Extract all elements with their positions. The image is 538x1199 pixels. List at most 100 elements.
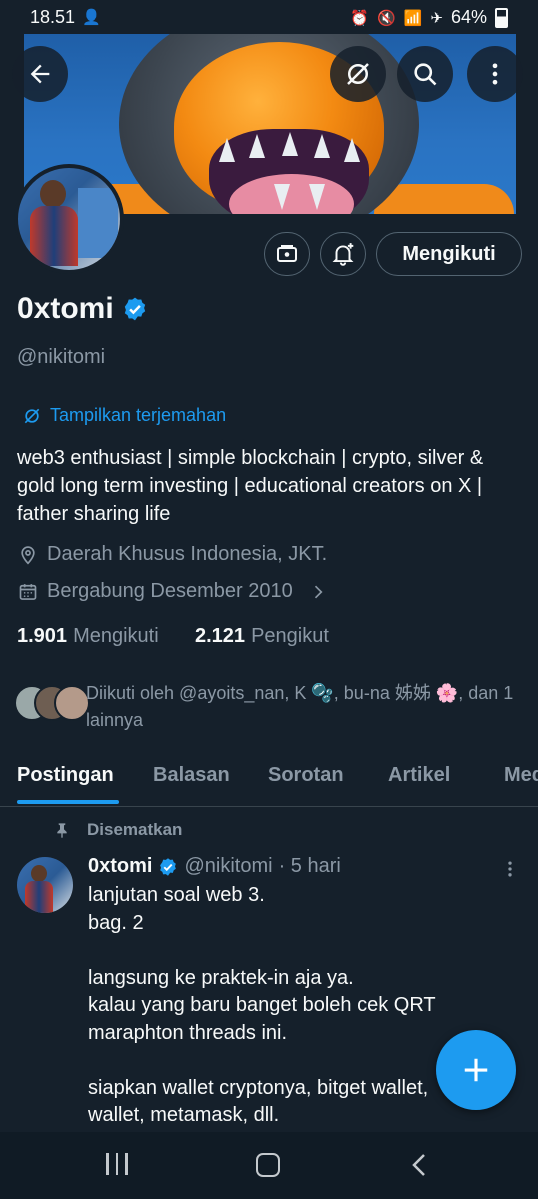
banner-tooth [282, 132, 298, 156]
avatar-shirt [30, 206, 78, 266]
avatar-head [40, 180, 66, 208]
more-vertical-icon [508, 861, 512, 877]
followers-label: Pengikut [251, 625, 329, 647]
following-link[interactable]: 1.901 Mengikuti [17, 625, 159, 648]
bio-line: father sharing life [17, 503, 171, 525]
plus-icon [464, 1058, 488, 1082]
post-line [88, 937, 518, 965]
bell-plus-icon [332, 243, 354, 266]
post-line: langsung ke praktek-in aja ya. [88, 966, 354, 989]
avatar [54, 685, 90, 721]
tab-active-indicator [17, 800, 119, 804]
post-author-handle: @nikitomi [184, 855, 273, 877]
back-arrow-icon [30, 64, 50, 84]
followers-you-know-avatars[interactable] [14, 685, 90, 721]
tab-articles[interactable]: Artikel [388, 764, 450, 787]
translate-link[interactable]: Tampilkan terjemahan [22, 405, 226, 426]
recent-apps-icon [115, 1153, 118, 1175]
post-line: kalau yang baru banget boleh cek QRT [88, 994, 436, 1016]
location-icon [21, 545, 35, 565]
notify-button[interactable] [320, 232, 366, 276]
banner-tooth [309, 184, 325, 210]
pinned-indicator: Disematkan [54, 820, 182, 840]
battery-icon [495, 7, 508, 28]
tip-wallet-button[interactable] [264, 232, 310, 276]
translate-icon [24, 408, 40, 423]
search-icon [414, 63, 437, 86]
tab-highlights[interactable]: Sorotan [268, 764, 344, 787]
back-nav-button[interactable] [410, 1153, 428, 1182]
following-label: Mengikuti [73, 625, 159, 647]
more-vertical-icon [492, 63, 498, 85]
profile-handle: @nikitomi [17, 346, 106, 368]
profile-tabs: Postingan Balasan Sorotan Artikel Media [0, 748, 538, 807]
post-header: 0xtomi @nikitomi · 5 hari [88, 855, 341, 878]
pinned-label: Disematkan [87, 820, 183, 839]
tab-replies[interactable]: Balasan [153, 764, 230, 787]
bio-line: gold long term investing | educational c… [17, 475, 483, 497]
airplane-icon: ✈ [430, 9, 443, 27]
alarm-icon: ⏰ [350, 9, 370, 27]
post-more-button[interactable] [500, 858, 520, 885]
location-text: Daerah Khusus Indonesia, JKT. [47, 543, 328, 565]
follow-button[interactable]: Mengikuti [376, 232, 522, 276]
post-line: wallet, metamask, dll. [88, 1104, 280, 1126]
post-line: lanjutan soal web 3. [88, 884, 265, 906]
follow-button-label: Mengikuti [402, 242, 496, 265]
joined-text: Bergabung Desember 2010 [47, 580, 293, 602]
profile-avatar[interactable] [14, 164, 124, 274]
recent-apps-button[interactable] [106, 1153, 128, 1175]
avatar-shirt [25, 881, 53, 913]
banner-tooth [249, 134, 265, 158]
banner-tooth [344, 138, 360, 162]
status-bar: 18.51 👤 ⏰ 🔇 📶 ✈ 64% [0, 0, 538, 34]
banner-tooth [219, 138, 235, 162]
pin-icon [57, 823, 67, 838]
followers-link[interactable]: 2.121 Pengikut [195, 625, 329, 648]
post-line: bag. 2 [88, 911, 144, 934]
calendar-icon [19, 583, 37, 600]
translate-icon [347, 63, 369, 85]
post-author-name[interactable]: 0xtomi [88, 855, 152, 878]
tab-posts[interactable]: Postingan [17, 764, 114, 787]
battery-percent: 64% [450, 7, 487, 27]
system-nav-bar [0, 1132, 538, 1199]
banner-tooth [274, 184, 290, 210]
avatar-background [78, 188, 118, 258]
back-button[interactable] [12, 46, 68, 102]
translate-profile-button[interactable] [330, 46, 386, 102]
avatar-head [31, 865, 47, 882]
followed-by-line: Diikuti oleh @ayoits_nan, K 🫧, bu-na 姊姊 … [86, 683, 514, 703]
followed-by-line: lainnya [86, 710, 144, 730]
status-right: ⏰ 🔇 📶 ✈ 64% [350, 7, 508, 28]
compose-button[interactable] [436, 1030, 516, 1110]
verified-icon [124, 297, 145, 321]
profile-joined[interactable]: Bergabung Desember 2010 [18, 580, 328, 603]
chevron-right-icon [314, 585, 323, 598]
user-add-status-icon: 👤 [82, 9, 101, 26]
post-author-avatar[interactable] [17, 857, 73, 913]
mute-icon: 🔇 [377, 9, 396, 27]
wifi-icon: 📶 [403, 9, 423, 27]
more-button[interactable] [467, 46, 523, 102]
profile-bio: web3 enthusiast | simple blockchain | cr… [17, 444, 483, 528]
bio-line: web3 enthusiast | simple blockchain | cr… [17, 447, 484, 469]
verified-icon [160, 857, 177, 876]
translate-link-label: Tampilkan terjemahan [50, 405, 227, 425]
status-time: 18.51 [30, 7, 76, 27]
wallet-icon [277, 245, 297, 262]
banner-tooth [314, 134, 330, 158]
home-button[interactable] [256, 1153, 280, 1177]
followed-by-text[interactable]: Diikuti oleh @ayoits_nan, K 🫧, bu-na 姊姊 … [86, 680, 513, 734]
profile-name-row: 0xtomi [17, 292, 148, 326]
search-button[interactable] [397, 46, 453, 102]
chevron-left-icon [412, 1154, 425, 1176]
post-time: · 5 hari [278, 855, 341, 877]
profile-location: Daerah Khusus Indonesia, JKT. [18, 543, 327, 566]
recent-apps-icon [106, 1153, 109, 1175]
recent-apps-icon [125, 1153, 128, 1175]
profile-display-name: 0xtomi [17, 292, 114, 325]
following-count: 1.901 [17, 625, 68, 647]
tab-media[interactable]: Media [504, 764, 538, 787]
followers-count: 2.121 [195, 625, 246, 647]
